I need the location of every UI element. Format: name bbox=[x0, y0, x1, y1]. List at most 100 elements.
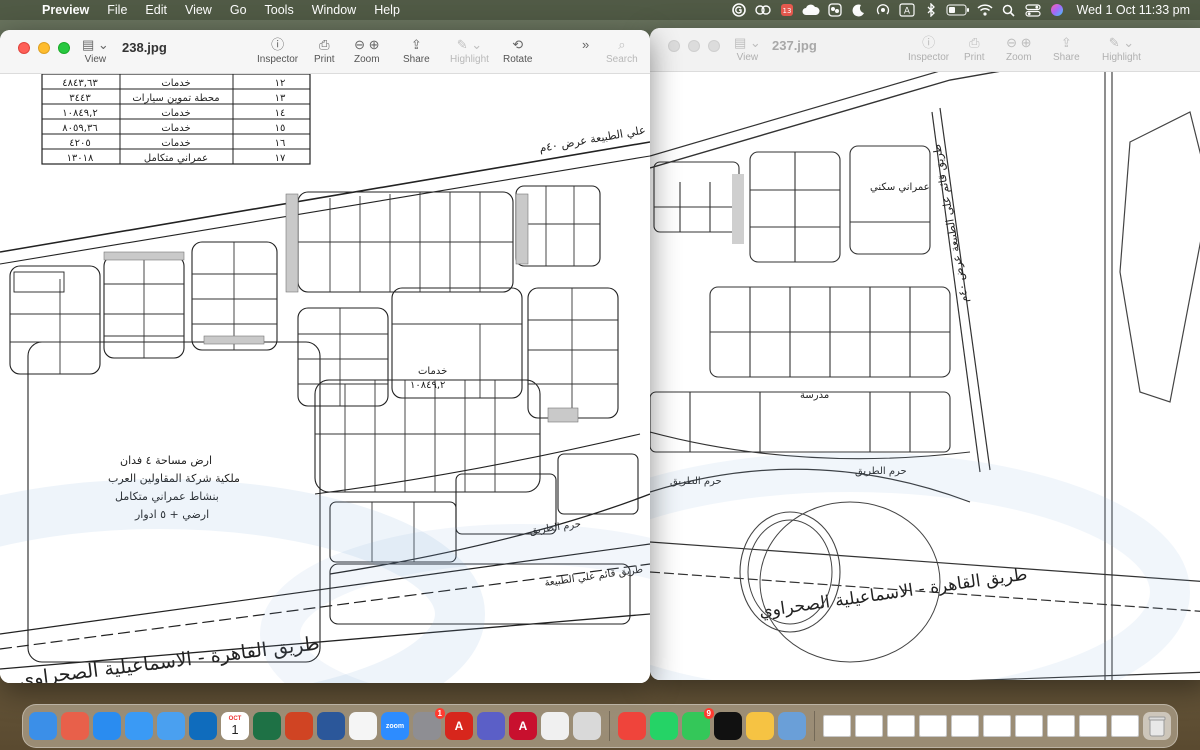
siri-icon[interactable] bbox=[1045, 0, 1069, 20]
notification-badge: 9 bbox=[703, 708, 714, 719]
dock-anydesk-icon[interactable] bbox=[618, 712, 646, 740]
wifi-icon[interactable] bbox=[973, 0, 997, 20]
table-cell-use: خدمات bbox=[161, 78, 190, 89]
minimize-button[interactable] bbox=[688, 40, 700, 52]
dock-zoom-icon[interactable]: zoom bbox=[381, 712, 409, 740]
dock-acrobat-icon[interactable]: A bbox=[445, 712, 473, 740]
dock-app-store-connect-icon[interactable] bbox=[714, 712, 742, 740]
dock-messages-icon[interactable]: 9 bbox=[682, 708, 714, 740]
dock-trash-icon[interactable] bbox=[1143, 712, 1171, 740]
control-center-icon[interactable] bbox=[1021, 0, 1045, 20]
dock-minimized-window[interactable] bbox=[951, 715, 979, 737]
share-button[interactable]: ⇪ Share bbox=[403, 36, 430, 65]
notification-app-icon[interactable]: 13 bbox=[775, 0, 799, 20]
search-button[interactable]: ⌕ Search bbox=[606, 36, 638, 65]
dock-preview-icon[interactable] bbox=[778, 712, 806, 740]
double-chevron-icon: » bbox=[582, 37, 590, 52]
highlight-button[interactable]: ✎ ⌄ Highlight bbox=[450, 36, 489, 65]
creative-cloud-icon[interactable] bbox=[751, 0, 775, 20]
zoom-button[interactable]: ⊖ ⊕ Zoom bbox=[354, 36, 380, 65]
wechat-icon[interactable] bbox=[823, 0, 847, 20]
menu-view[interactable]: View bbox=[176, 0, 221, 20]
zoom-in-out-icon: ⊖ ⊕ bbox=[1006, 35, 1032, 50]
dock-word-icon[interactable] bbox=[317, 712, 345, 740]
spotlight-icon[interactable] bbox=[997, 0, 1021, 20]
dock-testflight-icon[interactable] bbox=[157, 712, 185, 740]
dock-powerpoint-icon[interactable] bbox=[285, 712, 313, 740]
moon-icon[interactable] bbox=[847, 0, 871, 20]
dock-outlook-icon[interactable] bbox=[189, 712, 217, 740]
table-cell-num: ١٢ bbox=[275, 78, 286, 89]
print-button[interactable]: ⎙ Print bbox=[314, 36, 335, 65]
printer-icon: ⎙ bbox=[319, 37, 330, 52]
battery-icon[interactable] bbox=[943, 0, 973, 20]
grammarly-icon[interactable] bbox=[727, 0, 751, 20]
dock-freeform-icon[interactable] bbox=[541, 712, 569, 740]
zoom-window-button[interactable] bbox=[58, 42, 70, 54]
document-canvas[interactable]: طريق قائم علي الطبيعة عرض ٤٠م عمراني سكن… bbox=[650, 72, 1200, 680]
dock-minimized-window[interactable] bbox=[983, 715, 1011, 737]
dock-teams-icon[interactable] bbox=[477, 712, 505, 740]
close-button[interactable] bbox=[18, 42, 30, 54]
view-toggle-button[interactable]: ▤ ⌄ View bbox=[82, 36, 109, 65]
inspector-button[interactable]: ⓘ Inspector bbox=[908, 34, 949, 63]
rotate-button[interactable]: ⟲ Rotate bbox=[503, 36, 532, 65]
minimize-button[interactable] bbox=[38, 42, 50, 54]
dock-minimized-window[interactable] bbox=[1015, 715, 1043, 737]
dock-whatsapp-icon[interactable] bbox=[650, 712, 678, 740]
inspector-button[interactable]: ⓘ Inspector bbox=[257, 36, 298, 65]
menu-edit[interactable]: Edit bbox=[136, 0, 176, 20]
bluetooth-icon[interactable] bbox=[919, 0, 943, 20]
table-cell-area: ٤٢٠٥ bbox=[69, 138, 90, 149]
cloud-icon[interactable] bbox=[799, 0, 823, 20]
highlight-button[interactable]: ✎ ⌄ Highlight bbox=[1102, 34, 1141, 63]
dock-safari-icon[interactable] bbox=[93, 712, 121, 740]
back-school-label: مدرسة bbox=[800, 390, 829, 401]
airplay-icon[interactable] bbox=[871, 0, 895, 20]
search-icon: ⌕ bbox=[618, 37, 626, 52]
zoom-in-out-icon: ⊖ ⊕ bbox=[354, 37, 380, 52]
menu-go[interactable]: Go bbox=[221, 0, 256, 20]
table-cell-use: خدمات bbox=[161, 138, 190, 149]
zoom-window-button[interactable] bbox=[708, 40, 720, 52]
view-toggle-button[interactable]: ▤ ⌄ View bbox=[734, 34, 761, 63]
document-canvas[interactable]: ١٢ خدمات ٤٨٤٣,٦٣ ١٣ محطة تموين سيارات ٣٤٤٣ ١٤ خ… bbox=[0, 74, 650, 683]
app-menu[interactable]: Preview bbox=[36, 0, 98, 20]
services-plot-label: خدمات bbox=[418, 366, 447, 377]
menu-clock[interactable]: Wed 1 Oct 11:33 pm bbox=[1069, 3, 1190, 17]
table-cell-use: محطة تموين سيارات bbox=[132, 93, 219, 104]
zoom-label: zoom bbox=[385, 722, 405, 730]
dock-iphone-mirroring-icon[interactable] bbox=[573, 712, 601, 740]
dock-system-settings-icon[interactable]: 1 bbox=[413, 708, 445, 740]
sidebar-expand-button[interactable]: » bbox=[582, 36, 589, 54]
zoom-button[interactable]: ⊖ ⊕ Zoom bbox=[1006, 34, 1032, 63]
dock-minimized-window[interactable] bbox=[1047, 715, 1075, 737]
menu-tools[interactable]: Tools bbox=[256, 0, 303, 20]
menu-help[interactable]: Help bbox=[365, 0, 409, 20]
print-button[interactable]: ⎙ Print bbox=[964, 34, 985, 63]
share-button[interactable]: ⇪ Share bbox=[1053, 34, 1080, 63]
dock-mail-icon[interactable] bbox=[125, 712, 153, 740]
dock-notes-icon[interactable] bbox=[746, 712, 774, 740]
dock-reminders-icon[interactable] bbox=[349, 712, 377, 740]
dock-minimized-window[interactable] bbox=[919, 715, 947, 737]
dock-minimized-window[interactable] bbox=[1111, 715, 1139, 737]
back-residential-label: عمراني سكني bbox=[870, 182, 930, 193]
dock-minimized-window[interactable] bbox=[887, 715, 915, 737]
menu-window[interactable]: Window bbox=[303, 0, 365, 20]
preview-window-237[interactable]: ▤ ⌄ View 237.jpg ⓘ Inspector ⎙ Print ⊖ ⊕… bbox=[650, 28, 1200, 680]
dock-minimized-window[interactable] bbox=[823, 715, 851, 737]
table-cell-area: ٣٤٤٣ bbox=[69, 93, 91, 104]
input-source-icon[interactable]: A bbox=[895, 0, 919, 20]
dock-finder-icon[interactable] bbox=[29, 712, 57, 740]
dock-autocad-icon[interactable]: A bbox=[509, 712, 537, 740]
dock-minimized-window[interactable] bbox=[855, 715, 883, 737]
table-cell-use: عمراني متكامل bbox=[144, 153, 208, 164]
menu-file[interactable]: File bbox=[98, 0, 136, 20]
preview-window-238[interactable]: ▤ ⌄ View 238.jpg ⓘ Inspector ⎙ Print ⊖ ⊕… bbox=[0, 30, 650, 683]
dock-launchpad-icon[interactable] bbox=[61, 712, 89, 740]
dock-minimized-window[interactable] bbox=[1079, 715, 1107, 737]
dock-excel-icon[interactable] bbox=[253, 712, 281, 740]
dock-calendar-icon[interactable]: OCT 1 bbox=[221, 712, 249, 740]
close-button[interactable] bbox=[668, 40, 680, 52]
